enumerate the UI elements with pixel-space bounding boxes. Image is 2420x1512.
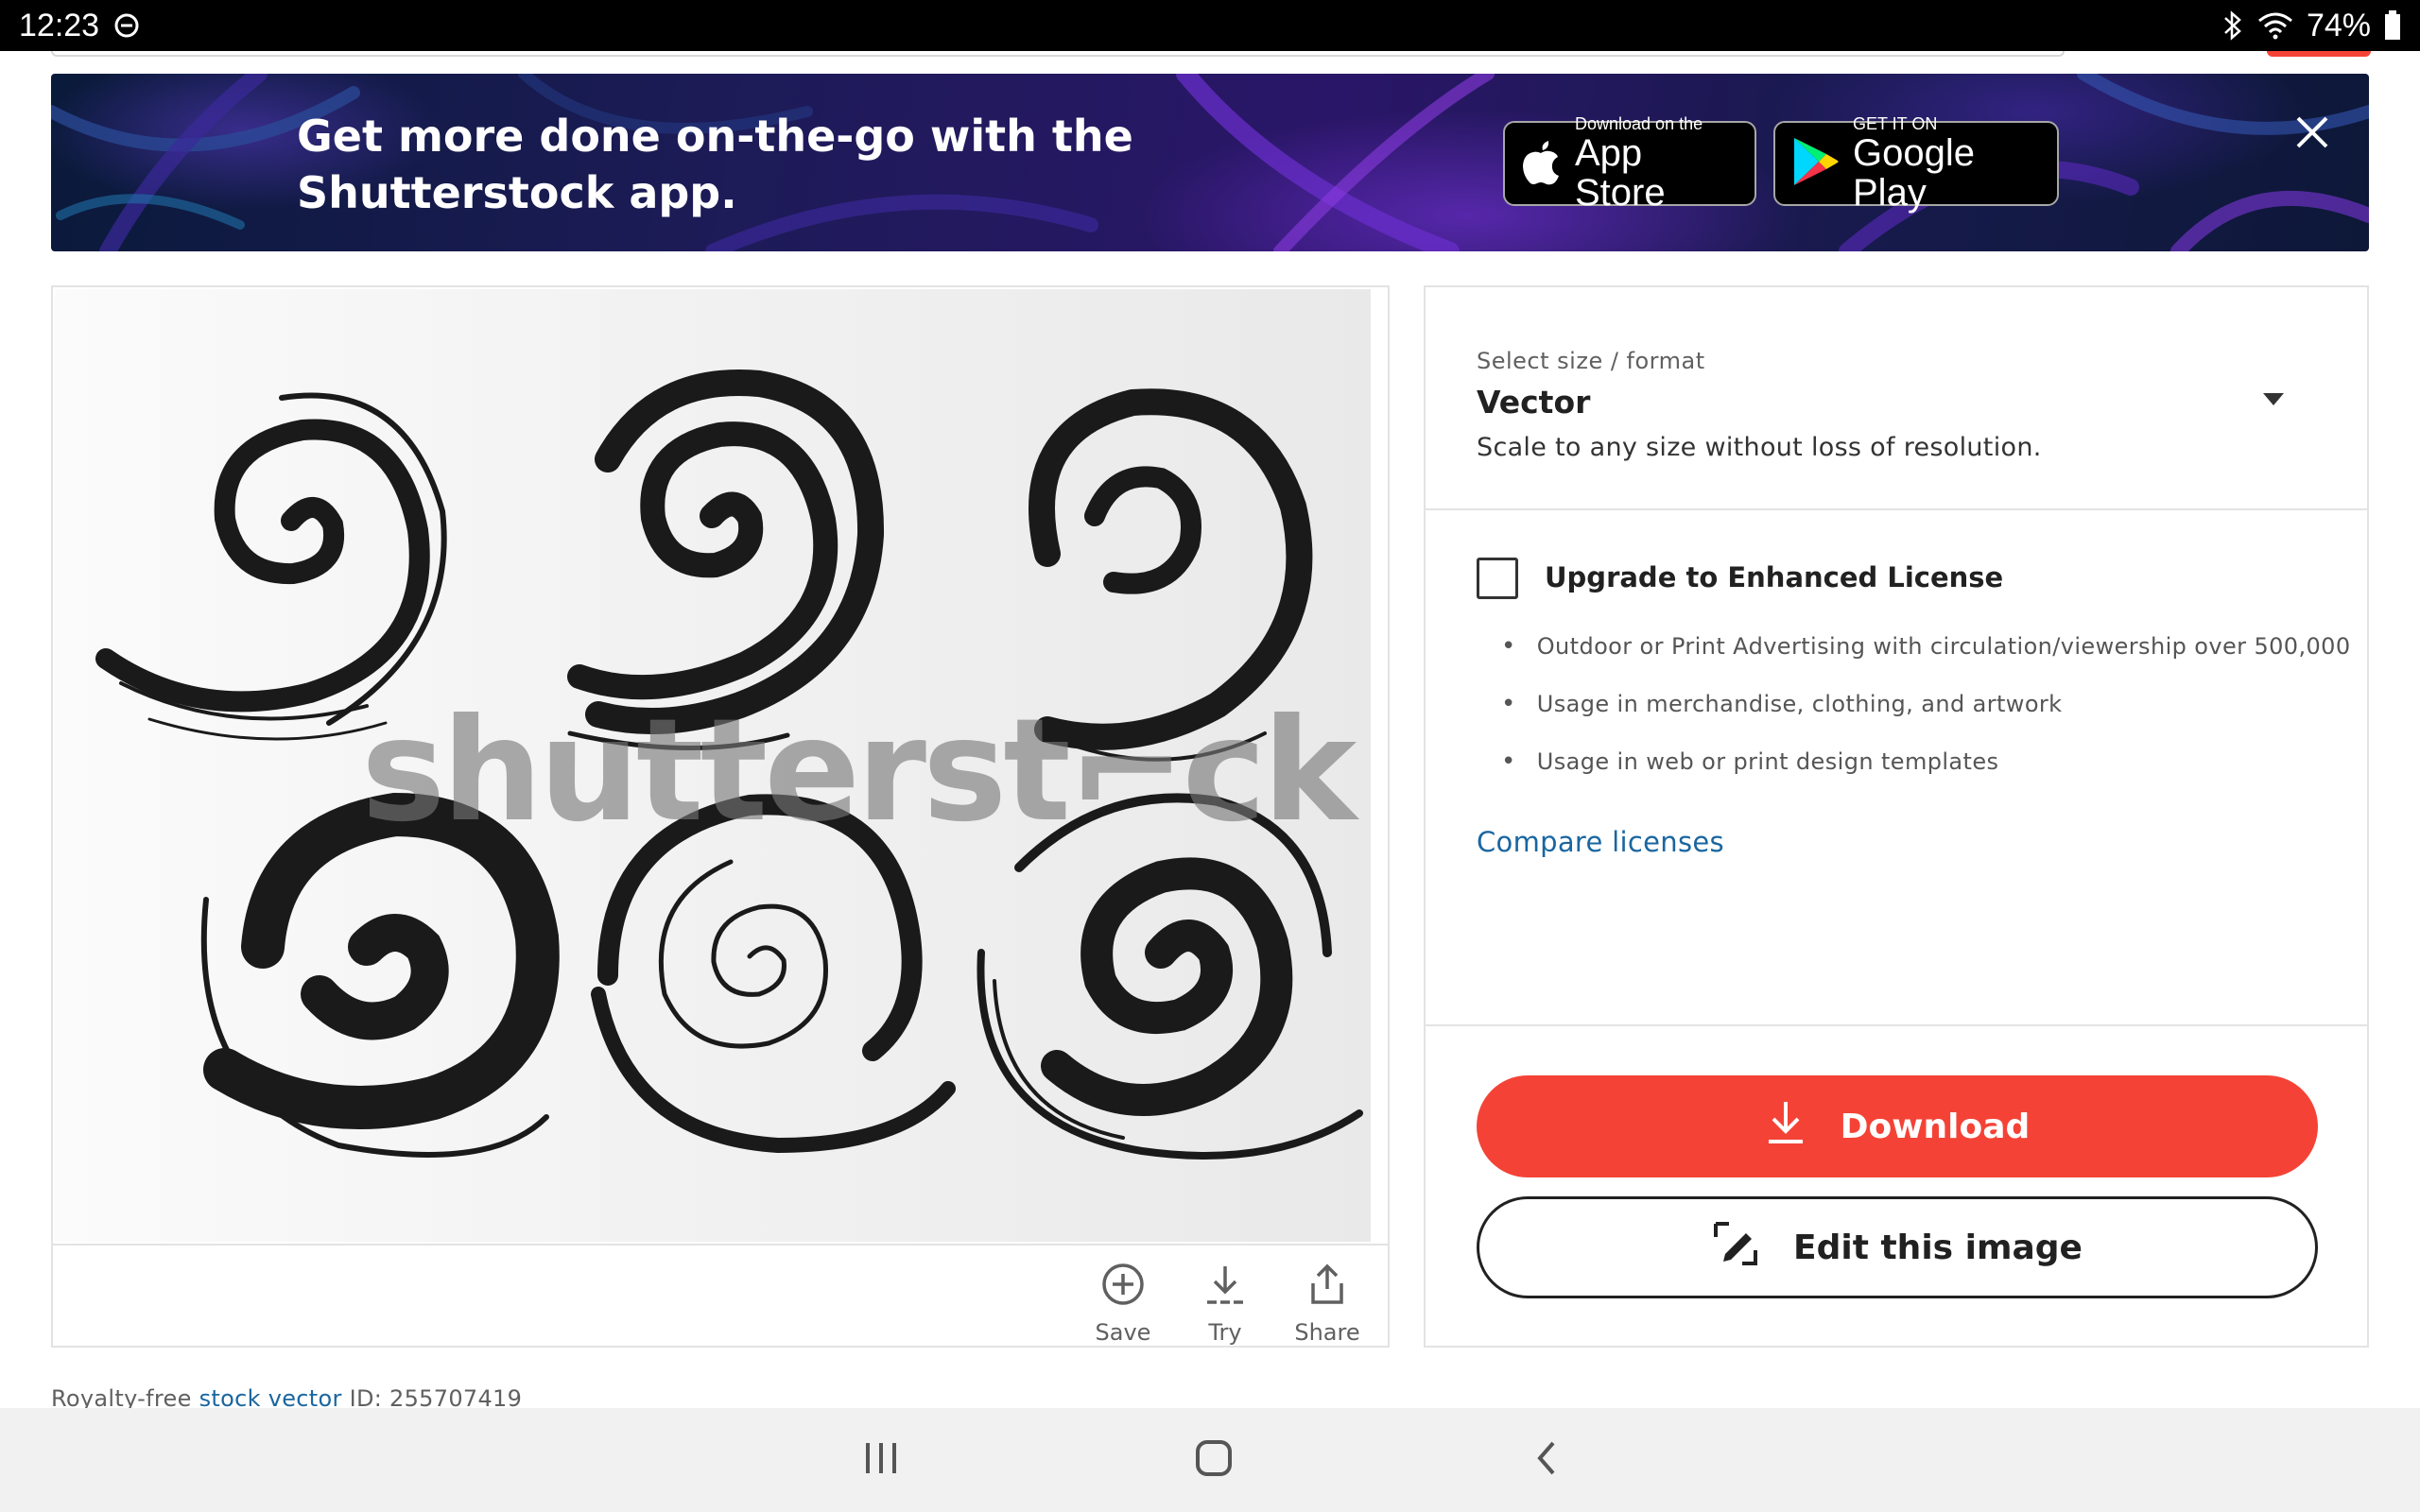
enhanced-license-title[interactable]: Upgrade to Enhanced License <box>1545 561 2003 593</box>
apple-icon <box>1520 137 1562 191</box>
compare-licenses-link[interactable]: Compare licenses <box>1477 826 1724 858</box>
enhanced-license-checkbox[interactable] <box>1477 558 1518 599</box>
address-bar-accent <box>2267 51 2371 57</box>
google-play-icon <box>1790 135 1840 193</box>
size-format-value: Vector <box>1477 384 1591 421</box>
address-bar-edge <box>51 51 2065 57</box>
share-button[interactable]: Share <box>1276 1251 1378 1346</box>
edit-pencil-icon <box>1712 1220 1759 1276</box>
battery-icon <box>2384 10 2401 41</box>
image-action-bar: Save Try Share <box>1072 1251 1378 1346</box>
size-format-label: Select size / format <box>1477 348 1705 374</box>
google-play-small-text: GET IT ON <box>1853 114 1938 133</box>
home-button[interactable] <box>1176 1427 1252 1493</box>
plus-circle-icon <box>1101 1263 1145 1312</box>
google-play-button[interactable]: GET IT ON Google Play <box>1773 114 2059 213</box>
android-nav-bar <box>0 1408 2420 1512</box>
app-store-small-text: Download on the <box>1575 114 1703 133</box>
share-icon <box>1305 1263 1349 1312</box>
license-benefit-item: Usage in web or print design templates <box>1501 748 2351 806</box>
share-label: Share <box>1294 1319 1360 1346</box>
download-try-icon <box>1203 1263 1247 1312</box>
battery-percent: 74% <box>2306 7 2371 43</box>
license-benefit-item: Outdoor or Print Advertising with circul… <box>1501 633 2351 691</box>
license-benefits-list: Outdoor or Print Advertising with circul… <box>1501 633 2351 806</box>
edit-image-label: Edit this image <box>1793 1228 2083 1267</box>
status-time: 12:23 <box>19 7 100 43</box>
app-promo-banner: Get more done on-the-go with the Shutter… <box>51 74 2369 251</box>
image-preview-panel: shutterst⌐ck Save Try Share <box>51 285 1390 1348</box>
license-benefit-item: Usage in merchandise, clothing, and artw… <box>1501 691 2351 748</box>
status-bar: 12:23 74% <box>0 0 2420 51</box>
banner-close-button[interactable] <box>2286 108 2339 161</box>
banner-headline: Get more done on-the-go with the Shutter… <box>297 111 1133 218</box>
download-label: Download <box>1840 1107 2031 1146</box>
save-button[interactable]: Save <box>1072 1251 1174 1346</box>
bluetooth-icon <box>2221 9 2244 42</box>
chevron-down-icon[interactable] <box>2263 393 2284 405</box>
back-icon <box>1532 1439 1561 1481</box>
do-not-disturb-icon <box>112 11 141 40</box>
recent-apps-button[interactable] <box>843 1427 919 1493</box>
size-format-description: Scale to any size without loss of resolu… <box>1477 433 2042 462</box>
close-icon <box>2295 115 2329 153</box>
edit-image-button[interactable]: Edit this image <box>1477 1196 2318 1298</box>
download-button[interactable]: Download <box>1477 1075 2318 1177</box>
try-button[interactable]: Try <box>1174 1251 1276 1346</box>
image-watermark: shutterst⌐ck <box>361 689 1357 853</box>
try-label: Try <box>1208 1319 1242 1346</box>
recent-apps-icon <box>862 1441 900 1479</box>
app-store-big-text: App Store <box>1575 132 1666 214</box>
purchase-panel: Select size / format Vector Scale to any… <box>1424 285 2369 1348</box>
save-label: Save <box>1095 1319 1151 1346</box>
size-format-selector[interactable]: Select size / format Vector Scale to any… <box>1426 287 2367 510</box>
home-icon <box>1195 1439 1233 1481</box>
license-section: Upgrade to Enhanced License Outdoor or P… <box>1426 512 2367 1026</box>
wifi-icon <box>2257 11 2293 40</box>
google-play-big-text: Google Play <box>1853 132 1975 214</box>
back-button[interactable] <box>1509 1427 1584 1493</box>
download-icon <box>1765 1100 1806 1154</box>
stock-image-preview[interactable]: shutterst⌐ck <box>55 289 1371 1242</box>
image-panel-divider <box>53 1244 1388 1246</box>
app-store-button[interactable]: Download on the App Store <box>1503 114 1756 213</box>
